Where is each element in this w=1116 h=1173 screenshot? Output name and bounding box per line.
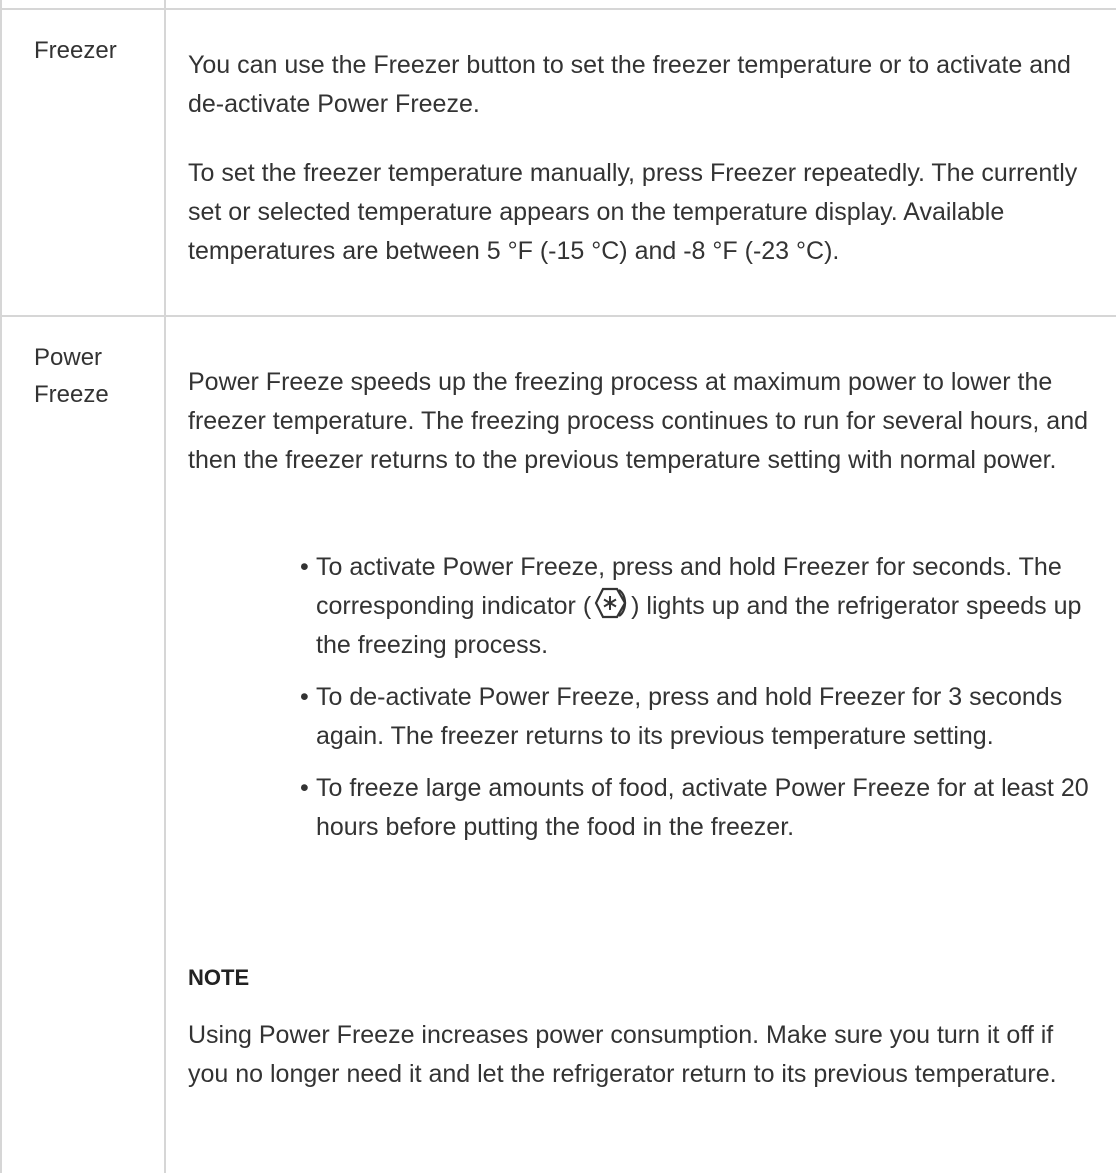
bullet-deactivate: • To de-activate Power Freeze, press and… (300, 678, 1100, 756)
bullet-dot: • (300, 774, 309, 802)
bullet-dot: • (300, 553, 309, 581)
bullet-activate: • To activate Power Freeze, press and ho… (300, 548, 1100, 665)
bullet-dot: • (300, 683, 309, 711)
bullet-deactivate-text: To de-activate Power Freeze, press and h… (316, 683, 1063, 750)
table-top-border (0, 8, 1116, 10)
power-freeze-bullet-list: • To activate Power Freeze, press and ho… (300, 548, 1100, 860)
power-freeze-intro: Power Freeze speeds up the freezing proc… (188, 368, 1089, 474)
bullet-large-amounts-text: To freeze large amounts of food, activat… (316, 774, 1089, 841)
row-label-freezer: Freezer (34, 37, 117, 64)
freezer-paragraph-1: You can use the Freezer button to set th… (188, 51, 1071, 118)
bullet-large-amounts: • To freeze large amounts of food, activ… (300, 769, 1100, 847)
spec-table: Freezer You can use the Freezer button t… (0, 0, 1116, 1173)
table-left-border (0, 0, 2, 1173)
note-heading: NOTE (188, 965, 250, 990)
note-text: Using Power Freeze increases power consu… (188, 1021, 1057, 1088)
column-divider (164, 0, 166, 1173)
power-freeze-icon (594, 587, 627, 619)
row-divider (0, 315, 1116, 317)
row-label-power-freeze: Power Freeze (34, 344, 109, 408)
freezer-paragraph-2: To set the freezer temperature manually,… (188, 159, 1078, 265)
